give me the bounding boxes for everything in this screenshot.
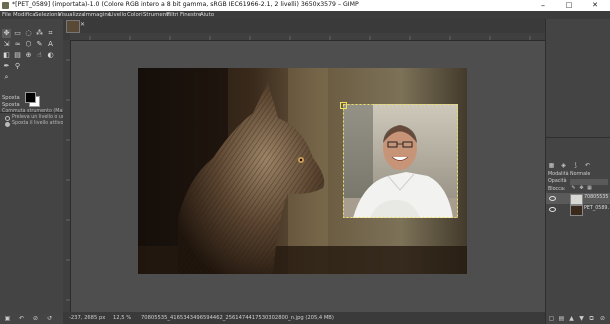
raise-layer-icon[interactable]: ▲ [568,315,575,322]
layer-name[interactable]: PET_0589. [584,206,609,211]
window-title: *[PET_0589] (importata)-1.0 (Colore RGB … [12,1,359,8]
reset-icon[interactable]: ↺ [46,315,53,322]
picker-icon[interactable]: ⚲ [13,62,22,71]
tool-options-tab[interactable]: Sposta [2,95,20,101]
transform-icon[interactable]: ⇲ [2,40,11,49]
layer-boundary-handle[interactable] [340,102,347,109]
radio-button-selected[interactable] [5,122,10,127]
dodge-icon[interactable]: ◐ [46,51,55,60]
bucket-icon[interactable]: ◧ [2,51,11,60]
layers-dock: ▦ ◈ ⟆ ↶ Modalità Normale Opacità Blocca:… [545,19,610,324]
smudge-icon[interactable]: ☝ [35,51,44,60]
lock-pixels-icon[interactable]: ✎ [570,185,577,192]
lock-label: Blocca: [548,187,566,192]
zoom-icon[interactable]: ⌕ [2,73,11,82]
path-icon[interactable]: ✒ [2,62,11,71]
menu-immagine[interactable]: Immagine [84,11,111,19]
mode-dropdown[interactable]: Normale [570,172,590,177]
lock-alpha-icon[interactable]: ▦ [586,185,593,192]
image-canvas[interactable] [138,68,467,274]
horizontal-ruler[interactable] [70,33,545,41]
visibility-eye-icon[interactable] [549,207,556,212]
radio-button[interactable] [5,116,10,121]
paths-tab-icon[interactable]: ⟆ [572,162,579,169]
tab-close-icon[interactable]: ✕ [80,21,85,28]
menu-aiuto[interactable]: Aiuto [200,11,214,19]
ruler-corner [63,33,70,40]
unit-selector[interactable]: px [99,315,105,321]
status-bar: -237, 2685 px 12,5 % 70805535_4165343496… [63,312,545,324]
lasso-icon[interactable]: ◌ [24,29,33,38]
minimize-button[interactable]: – [530,0,556,11]
close-button[interactable]: ✕ [582,0,608,11]
menu-file[interactable]: File [2,11,11,19]
visibility-eye-icon[interactable] [549,196,556,201]
image-tab-thumbnail[interactable] [66,20,80,33]
layer-row[interactable]: PET_0589. [546,204,610,216]
layers-tab-icon[interactable]: ▦ [548,162,555,169]
menu-bar: File Modifica Seleziona Visualizza Immag… [0,11,610,19]
menu-finestre[interactable]: Finestre [180,11,201,19]
crop-icon[interactable]: ⌗ [46,29,55,38]
duplicate-layer-icon[interactable]: ⧉ [588,315,595,322]
tool-option-move-active[interactable]: Sposta il livello attivo [12,121,63,126]
fuzzy-select-icon[interactable]: ⁂ [35,29,44,38]
foreground-color-swatch[interactable] [25,92,36,103]
save-preset-icon[interactable]: ▣ [4,315,11,322]
cage-icon[interactable]: ⬡ [24,40,33,49]
text-icon[interactable]: A [46,40,55,49]
status-filename: 70805535_4165343496594462_25614744175303… [141,315,334,321]
rect-select-icon[interactable]: ▭ [13,29,22,38]
clone-icon[interactable]: ⊕ [24,51,33,60]
layer-name[interactable]: 70805535 [584,195,608,200]
divider [546,137,610,138]
vertical-ruler[interactable] [63,40,71,312]
menu-strumenti[interactable]: Strumenti [143,11,170,19]
image-tab-strip [63,19,610,33]
maximize-button[interactable]: □ [556,0,582,11]
restore-icon[interactable]: ↶ [18,315,25,322]
new-group-icon[interactable]: ▤ [558,315,565,322]
undo-tab-icon[interactable]: ↶ [584,162,591,169]
paint-icon[interactable]: ✎ [35,40,44,49]
warp-icon[interactable]: ≈ [13,40,22,49]
zoom-selector[interactable]: 12,5 % [113,315,131,321]
layer-row-active[interactable]: 70805535 [546,193,610,205]
menu-modifica[interactable]: Modifica [13,11,36,19]
delete-layer-icon[interactable]: ⊘ [599,315,606,322]
toolbox-panel: ✥ ▭ ◌ ⁂ ⌗ ⇲ ≈ ⬡ ✎ A ◧ ▤ ⊕ ☝ ◐ ✒ ⚲ ⌕ Spos… [0,19,83,322]
gradient-icon[interactable]: ▤ [13,51,22,60]
menu-colori[interactable]: Colori [127,11,143,19]
title-bar: *[PET_0589] (importata)-1.0 (Colore RGB … [0,0,610,11]
channels-tab-icon[interactable]: ◈ [560,162,567,169]
new-layer-icon[interactable]: ▢ [548,315,555,322]
tool-options-title: Sposta [2,102,20,108]
opacity-label: Opacità [548,179,567,184]
lower-layer-icon[interactable]: ▼ [578,315,585,322]
menu-filtri[interactable]: Filtri [167,11,179,19]
layer-thumbnail [570,205,583,216]
gimp-app-icon [2,2,9,9]
menu-livello[interactable]: Livello [109,11,126,19]
menu-visualizza[interactable]: Visualizza [58,11,85,19]
move-tool-icon[interactable]: ✥ [2,29,11,38]
mode-label: Modalità [548,172,569,177]
lock-position-icon[interactable]: ✥ [578,185,585,192]
delete-icon[interactable]: ⊘ [32,315,39,322]
pointer-coordinates: -237, 2685 [69,315,98,321]
